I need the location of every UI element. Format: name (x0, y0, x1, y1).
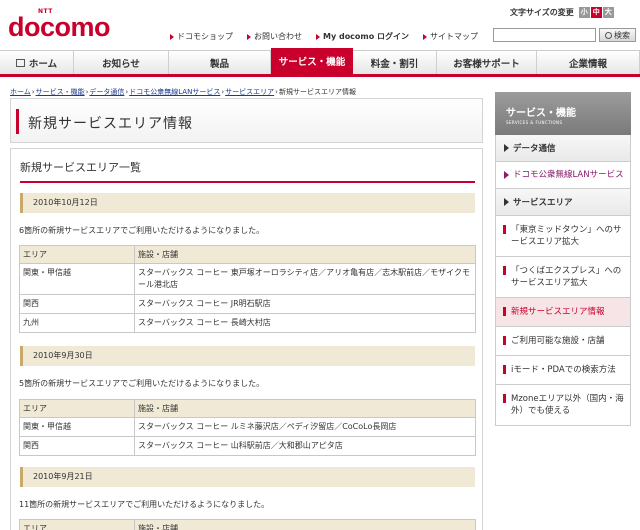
table-cell-facility: スターバックス コーヒー ルミネ藤沢店／ペディ汐留店／CoCoLo長岡店 (134, 417, 476, 437)
arrow-icon (423, 33, 428, 40)
breadcrumb-area[interactable]: サービスエリア (225, 88, 274, 96)
triangle-icon (504, 198, 509, 206)
font-size-switcher: 文字サイズの変更 小 中 大 (510, 7, 614, 18)
font-size-label: 文字サイズの変更 (510, 8, 574, 17)
title-accent (16, 109, 19, 134)
area-table: エリア 施設・店舗 (19, 519, 476, 530)
table-header-facility: 施設・店舗 (134, 519, 476, 530)
date-heading: 2010年9月30日 (20, 346, 475, 366)
entry-description: 6箇所の新規サービスエリアでご利用いただけるようになりました。 (19, 226, 265, 235)
table-header-area: エリア (19, 245, 135, 264)
font-size-medium-button[interactable]: 中 (590, 7, 602, 18)
triangle-icon (504, 144, 509, 152)
sidebar: サービス・機能 SERVICES & FUNCTIONS データ通信 ドコモ公衆… (495, 92, 631, 530)
table-cell-area: 関西 (19, 436, 135, 456)
search-button[interactable]: 検索 (599, 28, 636, 42)
sidebar-link-tsukuba[interactable]: 「つくばエクスプレス」へのサービスエリア拡大 (495, 257, 631, 298)
table-row: 関西 スターバックス コーヒー 山科駅前店／大和郡山アピタ店 (19, 436, 476, 456)
contact-link[interactable]: お問い合わせ (247, 31, 302, 42)
link-marker (503, 307, 506, 316)
breadcrumb-home[interactable]: ホーム (10, 88, 31, 96)
date-heading: 2010年10月12日 (20, 193, 475, 213)
nav-pricing[interactable]: 料金・割引 (353, 51, 437, 74)
date-heading: 2010年9月21日 (20, 467, 475, 487)
link-marker (503, 365, 506, 374)
sitemap-link[interactable]: サイトマップ (423, 31, 478, 42)
nav-news[interactable]: お知らせ (74, 51, 169, 74)
sidebar-link-midtown[interactable]: 「東京ミッドタウン」へのサービスエリア拡大 (495, 216, 631, 257)
sidebar-link-imode-search[interactable]: iモード・PDAでの検索方法 (495, 356, 631, 385)
main-content: 新規サービスエリア一覧 2010年10月12日 6箇所の新規サービスエリアでご利… (10, 148, 483, 530)
home-icon (15, 58, 25, 67)
logo-brand: docomo (8, 12, 111, 42)
page-title-box: 新規サービスエリア情報 (10, 98, 483, 143)
font-size-large-button[interactable]: 大 (602, 7, 614, 18)
table-header-facility: 施設・店舗 (134, 399, 476, 418)
sidebar-subtitle: SERVICES & FUNCTIONS (506, 120, 563, 125)
arrow-icon (170, 33, 174, 40)
site-search: 検索 (493, 28, 636, 42)
search-input[interactable] (493, 28, 596, 42)
table-cell-area: 関東・甲信越 (19, 417, 135, 437)
sidebar-category-data[interactable]: データ通信 (495, 135, 631, 162)
table-header-facility: 施設・店舗 (134, 245, 476, 264)
link-marker (503, 266, 506, 275)
global-nav: ホーム お知らせ 製品 サービス・機能 料金・割引 お客様サポート 企業情報 (0, 48, 640, 77)
table-cell-facility: スターバックス コーヒー JR明石駅店 (134, 294, 476, 314)
table-cell-facility: スターバックス コーヒー 山科駅前店／大和郡山アピタ店 (134, 436, 476, 456)
page-title: 新規サービスエリア情報 (28, 116, 193, 132)
utility-links: ドコモショップ お問い合わせ My docomo ログイン サイトマップ (170, 31, 492, 42)
sidebar-header: サービス・機能 SERVICES & FUNCTIONS (495, 92, 631, 135)
table-cell-facility: スターバックス コーヒー 長崎大村店 (134, 313, 476, 333)
breadcrumb-services[interactable]: サービス・機能 (36, 88, 85, 96)
table-cell-area: 九州 (19, 313, 135, 333)
link-marker (503, 394, 506, 403)
sidebar-title: サービス・機能 (506, 108, 576, 119)
table-row: 関東・甲信越 スターバックス コーヒー ルミネ藤沢店／ペディ汐留店／CoCoLo… (19, 417, 476, 437)
link-marker (503, 336, 506, 345)
nav-products[interactable]: 製品 (169, 51, 271, 74)
sidebar-link-facilities[interactable]: ご利用可能な施設・店舗 (495, 327, 631, 356)
arrow-icon (316, 33, 320, 40)
table-header-row: エリア 施設・店舗 (19, 245, 476, 264)
entry-description: 11箇所の新規サービスエリアでご利用いただけるようになりました。 (19, 500, 270, 509)
table-header-row: エリア 施設・店舗 (19, 519, 476, 530)
search-icon (605, 31, 612, 39)
table-header-row: エリア 施設・店舗 (19, 399, 476, 418)
breadcrumb: ホーム›サービス・機能›データ通信›ドコモ公衆無線LANサービス›サービスエリア… (10, 88, 356, 96)
entry-description: 5箇所の新規サービスエリアでご利用いただけるようになりました。 (19, 379, 265, 388)
table-row: 関東・甲信越 スターバックス コーヒー 東戸塚オーロラシティ店／アリオ亀有店／志… (19, 263, 476, 295)
sidebar-category-area[interactable]: サービスエリア (495, 189, 631, 216)
my-docomo-login-link[interactable]: My docomo ログイン (316, 31, 409, 42)
breadcrumb-data[interactable]: データ通信 (89, 88, 124, 96)
sidebar-link-new-area[interactable]: 新規サービスエリア情報 (495, 298, 631, 327)
section-divider (20, 181, 475, 183)
sidebar-item-wlan[interactable]: ドコモ公衆無線LANサービス (495, 162, 631, 189)
nav-support[interactable]: お客様サポート (437, 51, 537, 74)
font-size-small-button[interactable]: 小 (578, 7, 590, 18)
area-table: エリア 施設・店舗 関東・甲信越 スターバックス コーヒー 東戸塚オーロラシティ… (19, 245, 476, 333)
table-cell-area: 関東・甲信越 (19, 263, 135, 295)
breadcrumb-current: 新規サービスエリア情報 (278, 88, 356, 96)
site-header: NTT docomo ドコモショップ お問い合わせ My docomo ログイン… (0, 0, 640, 50)
section-title: 新規サービスエリア一覧 (20, 161, 141, 174)
nav-corporate[interactable]: 企業情報 (537, 51, 640, 74)
table-row: 関西 スターバックス コーヒー JR明石駅店 (19, 294, 476, 314)
sidebar-link-mzone[interactable]: Mzoneエリア以外（国内・海外）でも使える (495, 385, 631, 426)
table-row: 九州 スターバックス コーヒー 長崎大村店 (19, 313, 476, 333)
link-marker (503, 225, 506, 234)
arrow-icon (247, 33, 251, 40)
table-cell-facility: スターバックス コーヒー 東戸塚オーロラシティ店／アリオ亀有店／志木駅前店／モザ… (134, 263, 476, 295)
table-cell-area: 関西 (19, 294, 135, 314)
triangle-icon (504, 171, 509, 179)
table-header-area: エリア (19, 519, 135, 530)
breadcrumb-wlan[interactable]: ドコモ公衆無線LANサービス (129, 88, 220, 96)
table-header-area: エリア (19, 399, 135, 418)
docomo-shop-link[interactable]: ドコモショップ (170, 31, 233, 42)
area-table: エリア 施設・店舗 関東・甲信越 スターバックス コーヒー ルミネ藤沢店／ペディ… (19, 399, 476, 456)
nav-home[interactable]: ホーム (0, 51, 74, 74)
nav-services[interactable]: サービス・機能 (271, 48, 353, 74)
